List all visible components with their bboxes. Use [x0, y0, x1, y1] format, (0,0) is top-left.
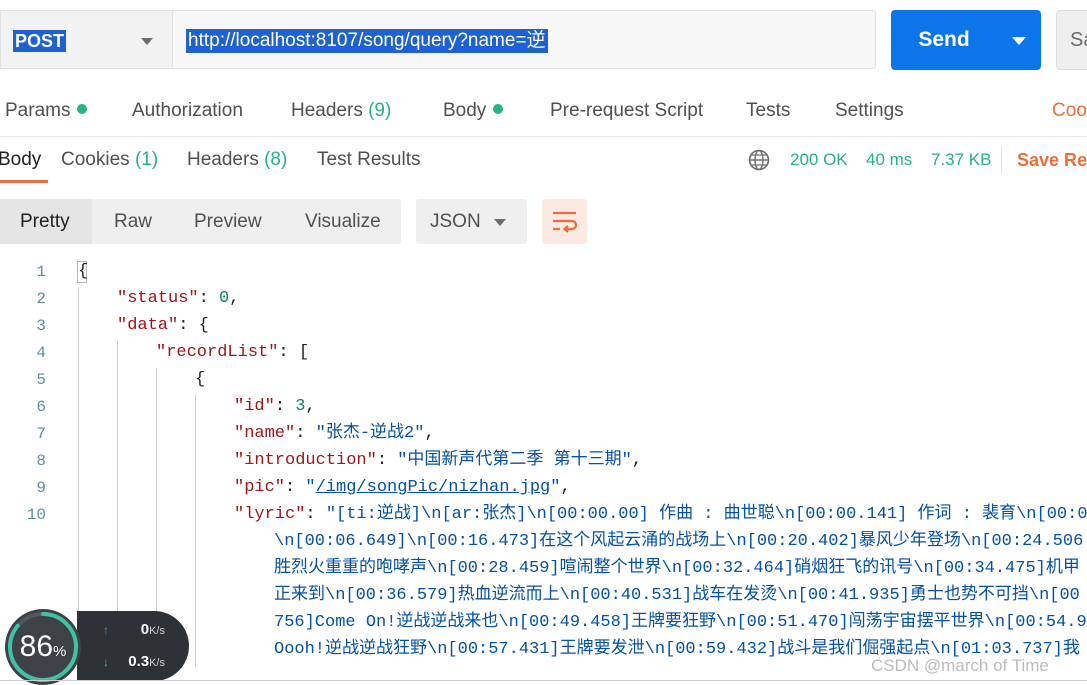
tab-response-headers[interactable]: Headers (8)	[187, 149, 287, 171]
line-number: 4	[36, 344, 46, 362]
watermark: CSDN @march of Time	[871, 656, 1049, 675]
upload-arrow-icon: ↑	[103, 623, 109, 637]
send-options-button[interactable]	[997, 10, 1041, 70]
line-number: 3	[36, 317, 46, 335]
tab-test-results[interactable]: Test Results	[317, 149, 420, 171]
code-line: {	[195, 370, 206, 389]
line-number: 6	[36, 398, 46, 416]
format-tabs: Pretty Raw Preview Visualize	[0, 199, 401, 244]
line-number: 2	[36, 290, 46, 308]
speed-panel: ↑ 0K/s ↓ 0.3K/s	[77, 611, 189, 681]
tab-body[interactable]: Body	[443, 100, 504, 122]
lyric-continuation: 756]Come On!逆战逆战来也\n[00:49.458]王牌要狂野\n[0…	[274, 613, 1087, 632]
tab-settings[interactable]: Settings	[835, 100, 904, 122]
tab-cookies-count: (1)	[134, 149, 159, 170]
code-line: {	[78, 262, 89, 281]
method-label: POST	[13, 30, 67, 52]
chevron-down-icon	[141, 38, 153, 45]
tab-authorization[interactable]: Authorization	[132, 100, 243, 122]
divider	[0, 680, 1087, 681]
code-line: "status": 0,	[117, 289, 240, 308]
save-response-button[interactable]: Save Res	[1017, 150, 1087, 171]
tab-params[interactable]: Params	[5, 100, 88, 122]
divider	[0, 136, 1087, 137]
response-size[interactable]: 7.37 KB	[931, 150, 992, 170]
format-visualize[interactable]: Visualize	[305, 211, 381, 233]
cookies-link[interactable]: Cool	[1052, 100, 1087, 122]
active-dot-icon	[77, 104, 88, 114]
tab-cookies-label: Cookies	[61, 149, 130, 170]
send-button[interactable]: Send	[891, 10, 998, 70]
format-pretty[interactable]: Pretty	[20, 211, 70, 233]
lyric-continuation: \n[00:06.649]\n[00:16.473]在这个风起云涌的战场上\n[…	[274, 532, 1084, 551]
code-line: "id": 3,	[234, 397, 316, 416]
url-input[interactable]: http://localhost:8107/song/query?name=逆	[172, 10, 876, 69]
tab-tests[interactable]: Tests	[746, 100, 790, 122]
code-line: "data": {	[117, 316, 209, 335]
line-number: 9	[36, 479, 46, 497]
active-dot-icon	[493, 104, 504, 114]
tab-prerequest-script[interactable]: Pre-request Script	[550, 100, 703, 122]
status-code[interactable]: 200 OK	[790, 150, 848, 170]
line-number: 8	[36, 452, 46, 470]
download-speed: 0.3K/s	[128, 653, 165, 670]
line-number: 10	[26, 506, 46, 524]
save-button[interactable]: Sa	[1056, 10, 1087, 70]
indent-guide	[195, 395, 196, 667]
line-number: 7	[36, 425, 46, 443]
code-line: "lyric": "[ti:逆战]\n[ar:张杰]\n[00:00.00] 作…	[234, 505, 1087, 524]
tab-res-headers-label: Headers	[187, 149, 259, 170]
chevron-down-icon	[1012, 37, 1026, 45]
code-line: "introduction": "中国新声代第二季 第十三期",	[234, 451, 643, 470]
lyric-continuation: 正来到\n[00:36.579]热血逆流而上\n[00:40.531]战车在发烫…	[274, 586, 1080, 605]
response-time[interactable]: 40 ms	[866, 150, 912, 170]
upload-speed: 0K/s	[140, 621, 165, 638]
method-select[interactable]: POST	[0, 10, 172, 69]
tab-headers-count: (9)	[368, 100, 392, 121]
line-number: 1	[36, 263, 46, 281]
tab-headers-label: Headers	[291, 100, 363, 121]
format-preview[interactable]: Preview	[194, 211, 262, 233]
tab-body-label: Body	[443, 100, 487, 121]
tab-response-body[interactable]: Body	[0, 149, 41, 171]
active-tab-indicator	[0, 180, 48, 183]
line-number: 5	[36, 371, 46, 389]
wrap-lines-icon	[553, 211, 578, 233]
download-arrow-icon: ↓	[103, 655, 109, 669]
language-select[interactable]: JSON	[416, 199, 527, 244]
divider	[1001, 146, 1002, 174]
cpu-percent: 86%	[19, 630, 67, 663]
code-line: "recordList": [	[156, 343, 310, 362]
tab-headers[interactable]: Headers (9)	[291, 100, 391, 122]
chevron-down-icon	[494, 219, 506, 226]
url-text: http://localhost:8107/song/query?name=逆	[186, 29, 548, 53]
format-raw[interactable]: Raw	[114, 211, 152, 233]
wrap-lines-button[interactable]	[542, 199, 587, 244]
language-label: JSON	[430, 211, 481, 232]
code-line: "name": "张杰-逆战2",	[234, 424, 435, 443]
globe-icon[interactable]	[748, 149, 770, 171]
network-monitor-widget[interactable]: ↑ 0K/s ↓ 0.3K/s 86%	[5, 609, 189, 685]
pic-link[interactable]: /img/songPic/nizhan.jpg	[316, 478, 551, 497]
code-line: "pic": "/img/songPic/nizhan.jpg",	[234, 478, 571, 497]
tab-response-cookies[interactable]: Cookies (1)	[61, 149, 158, 171]
tab-params-label: Params	[5, 100, 71, 121]
tab-res-headers-count: (8)	[264, 149, 288, 170]
lyric-continuation: 胜烈火重重的咆哮声\n[00:28.459]喧闹整个世界\n[00:32.464…	[274, 559, 1080, 578]
